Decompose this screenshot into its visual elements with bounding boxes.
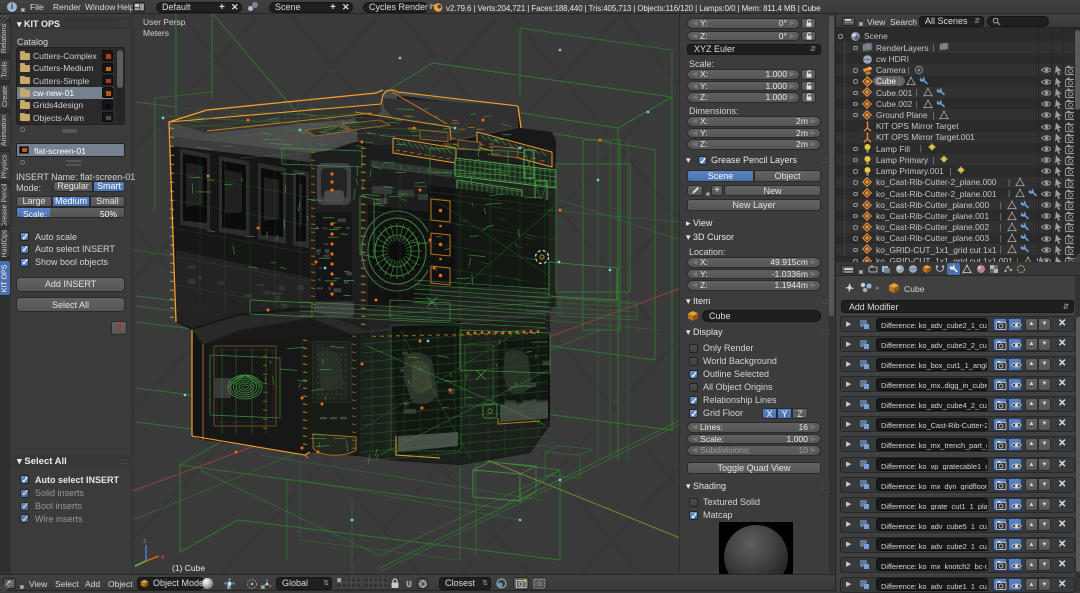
- svg-text:Meters: Meters: [143, 28, 169, 38]
- svg-text:z: z: [143, 538, 147, 545]
- svg-text:(1) Cube: (1) Cube: [172, 563, 205, 573]
- svg-text:x: x: [161, 554, 165, 561]
- svg-text:User Persp: User Persp: [143, 17, 186, 27]
